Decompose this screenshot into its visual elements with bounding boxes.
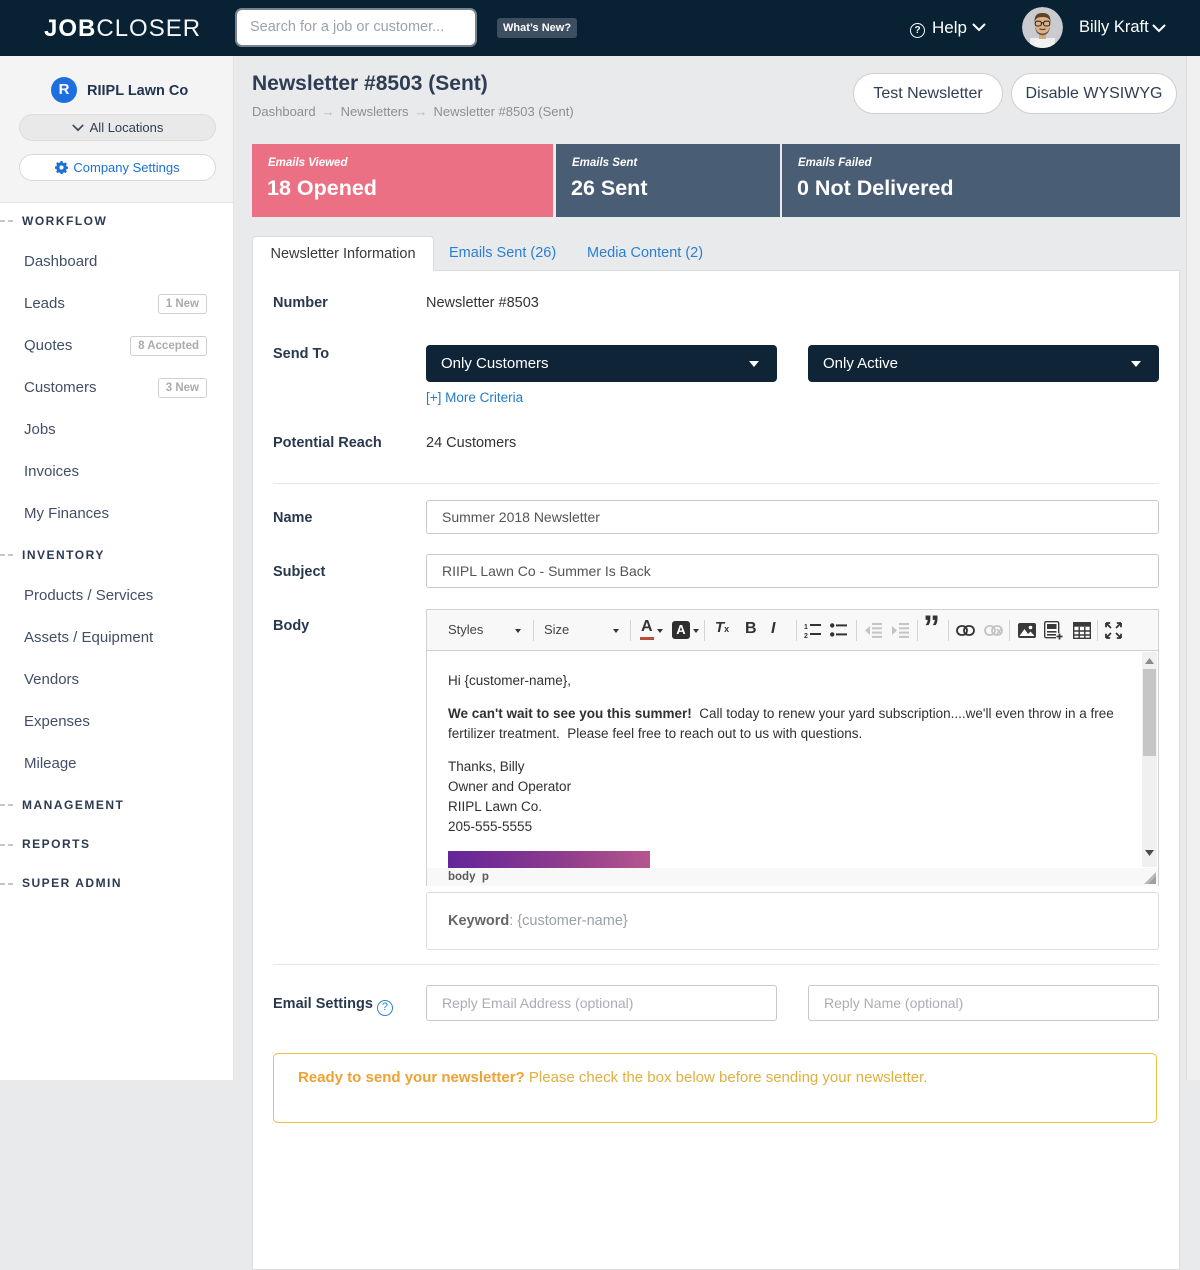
svg-text:1: 1 <box>804 624 808 631</box>
svg-text:2: 2 <box>804 633 808 639</box>
